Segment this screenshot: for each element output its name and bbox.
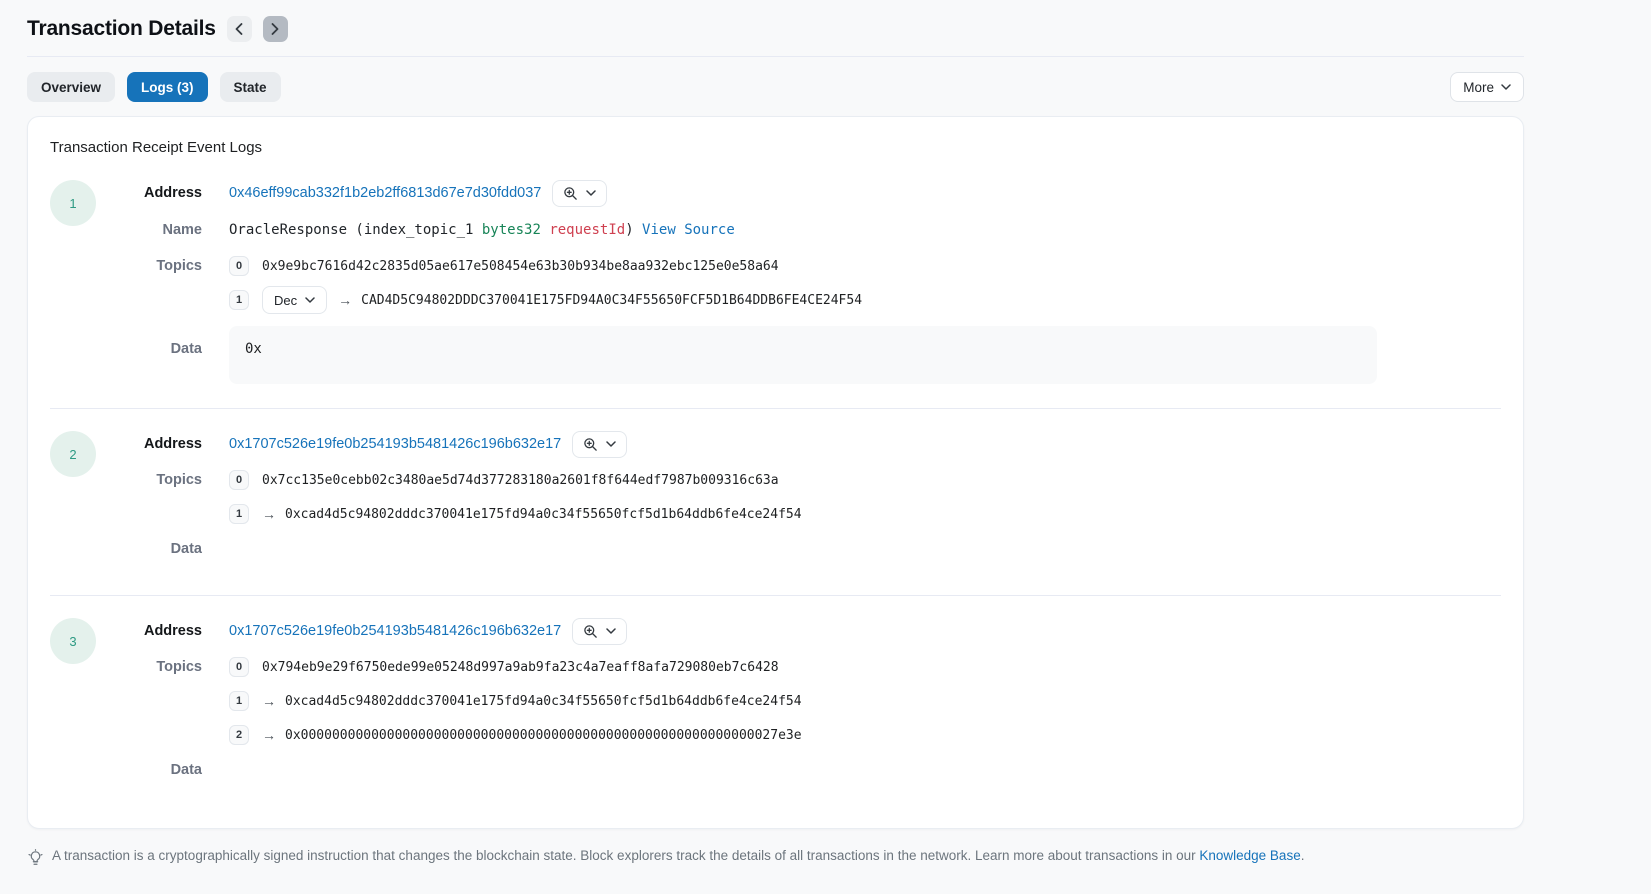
address-row: Address 0x46eff99cab332f1b2eb2ff6813d67e… [96,178,1501,208]
name-row: Name OracleResponse (index_topic_1 bytes… [96,215,1501,245]
lightbulb-icon [27,849,44,866]
address-zoom-button[interactable] [572,431,627,458]
chevron-down-icon [1501,84,1511,90]
address-label: Address [96,185,202,201]
address-label: Address [96,436,202,452]
topic-value: 0xcad4d5c94802dddc370041e175fd94a0c34f55… [285,694,802,709]
log-index-badge: 2 [50,431,96,477]
data-label: Data [96,541,202,557]
topic-row: Topics 0 0x9e9bc7616d42c2835d05ae617e508… [96,252,1501,280]
log-address-link[interactable]: 0x1707c526e19fe0b254193b5481426c196b632e… [229,436,561,452]
topic-value: 0x00000000000000000000000000000000000000… [285,728,802,743]
event-name: OracleResponse (index_topic_1 bytes32 re… [229,222,735,238]
topics-label: Topics [96,258,202,274]
topic-index-badge[interactable]: 0 [229,470,249,490]
more-button-label: More [1463,80,1494,95]
knowledge-base-link[interactable]: Knowledge Base [1199,848,1300,863]
log-entry: 2 Address 0x1707c526e19fe0b254193b548142… [50,408,1501,595]
chevron-down-icon [305,297,315,303]
log-data-value: 0x [245,341,262,357]
topic-row: 1 → 0xcad4d5c94802dddc370041e175fd94a0c3… [96,687,1501,715]
log-index-badge: 3 [50,618,96,664]
topic-index-badge[interactable]: 0 [229,256,249,276]
topic-index-badge[interactable]: 1 [229,691,249,711]
arrow-right-icon: → [262,728,276,742]
topic-index-badge[interactable]: 1 [229,290,249,310]
event-name-segment: bytes32 [482,222,541,238]
transaction-details-page: Transaction Details Overview Logs (3) St… [0,0,1651,894]
footer-text: A transaction is a cryptographically sig… [52,848,1304,863]
arrow-right-icon: → [262,694,276,708]
data-label: Data [96,762,202,778]
page-title: Transaction Details [27,17,216,41]
topic-index-badge[interactable]: 0 [229,657,249,677]
more-dropdown-button[interactable]: More [1450,72,1524,102]
topic-index-badge[interactable]: 2 [229,725,249,745]
view-source-link[interactable]: View Source [642,222,735,238]
arrow-right-icon: → [262,507,276,521]
log-address-link[interactable]: 0x1707c526e19fe0b254193b5481426c196b632e… [229,623,561,639]
address-zoom-button[interactable] [552,180,607,207]
log-badge-column: 1 [50,178,96,384]
tabs-bar: Overview Logs (3) State More [27,72,1524,102]
chevron-right-icon [271,23,279,35]
topics-label: Topics [96,659,202,675]
topic-decode-select[interactable]: Dec [262,286,327,314]
topic-value: 0x794eb9e29f6750ede99e05248d997a9ab9fa23… [262,660,779,675]
log-address-link[interactable]: 0x46eff99cab332f1b2eb2ff6813d67e7d30fdd0… [229,185,541,201]
topic-index-badge[interactable]: 1 [229,504,249,524]
chevron-down-icon [606,628,616,634]
log-badge-column: 3 [50,616,96,792]
logs-list: 1 Address 0x46eff99cab332f1b2eb2ff6813d6… [50,174,1501,792]
footer-note: A transaction is a cryptographically sig… [27,848,1524,866]
chevron-down-icon [586,190,596,196]
topic-row: 1 → 0xcad4d5c94802dddc370041e175fd94a0c3… [96,500,1501,528]
address-row: Address 0x1707c526e19fe0b254193b5481426c… [96,616,1501,646]
name-label: Name [96,222,202,238]
previous-transaction-button[interactable] [227,16,252,42]
data-label: Data [96,341,202,357]
log-index-badge: 1 [50,180,96,226]
topic-value: 0x7cc135e0cebb02c3480ae5d74d377283180a26… [262,473,779,488]
arrow-right-icon: → [338,293,352,307]
topic-value: 0x9e9bc7616d42c2835d05ae617e508454e63b30… [262,259,779,274]
log-entry: 3 Address 0x1707c526e19fe0b254193b548142… [50,595,1501,792]
event-logs-card: Transaction Receipt Event Logs 1 Address… [27,116,1524,829]
topic-row: Topics 0 0x7cc135e0cebb02c3480ae5d74d377… [96,466,1501,494]
chevron-left-icon [235,23,243,35]
tab-state[interactable]: State [220,72,281,102]
data-row: Data [96,534,1501,564]
event-name-segment: requestId [541,222,625,238]
card-title: Transaction Receipt Event Logs [50,139,1501,156]
data-row: Data 0x [96,326,1501,384]
event-name-segment: ) [625,222,642,238]
log-entry: 1 Address 0x46eff99cab332f1b2eb2ff6813d6… [50,174,1501,408]
log-data-box: 0x [229,326,1377,384]
magnifier-plus-icon [583,624,598,639]
event-name-segment: OracleResponse (index_topic_1 [229,222,482,238]
page-header: Transaction Details [27,16,1524,42]
topic-value: CAD4D5C94802DDDC370041E175FD94A0C34F5565… [361,293,862,308]
header-divider [27,56,1524,57]
log-badge-column: 2 [50,429,96,571]
magnifier-plus-icon [583,437,598,452]
address-label: Address [96,623,202,639]
address-zoom-button[interactable] [572,618,627,645]
address-row: Address 0x1707c526e19fe0b254193b5481426c… [96,429,1501,459]
magnifier-plus-icon [563,186,578,201]
topic-value: 0xcad4d5c94802dddc370041e175fd94a0c34f55… [285,507,802,522]
tab-logs[interactable]: Logs (3) [127,72,208,102]
topic-row: 2 → 0x0000000000000000000000000000000000… [96,721,1501,749]
topics-label: Topics [96,472,202,488]
topic-decode-value: Dec [274,293,297,308]
topic-row: 1 Dec → CAD4D5C94802DDDC370041E175FD94A0… [96,286,1501,314]
data-row: Data [96,755,1501,785]
tab-overview[interactable]: Overview [27,72,115,102]
next-transaction-button[interactable] [263,16,288,42]
topic-row: Topics 0 0x794eb9e29f6750ede99e05248d997… [96,653,1501,681]
chevron-down-icon [606,441,616,447]
